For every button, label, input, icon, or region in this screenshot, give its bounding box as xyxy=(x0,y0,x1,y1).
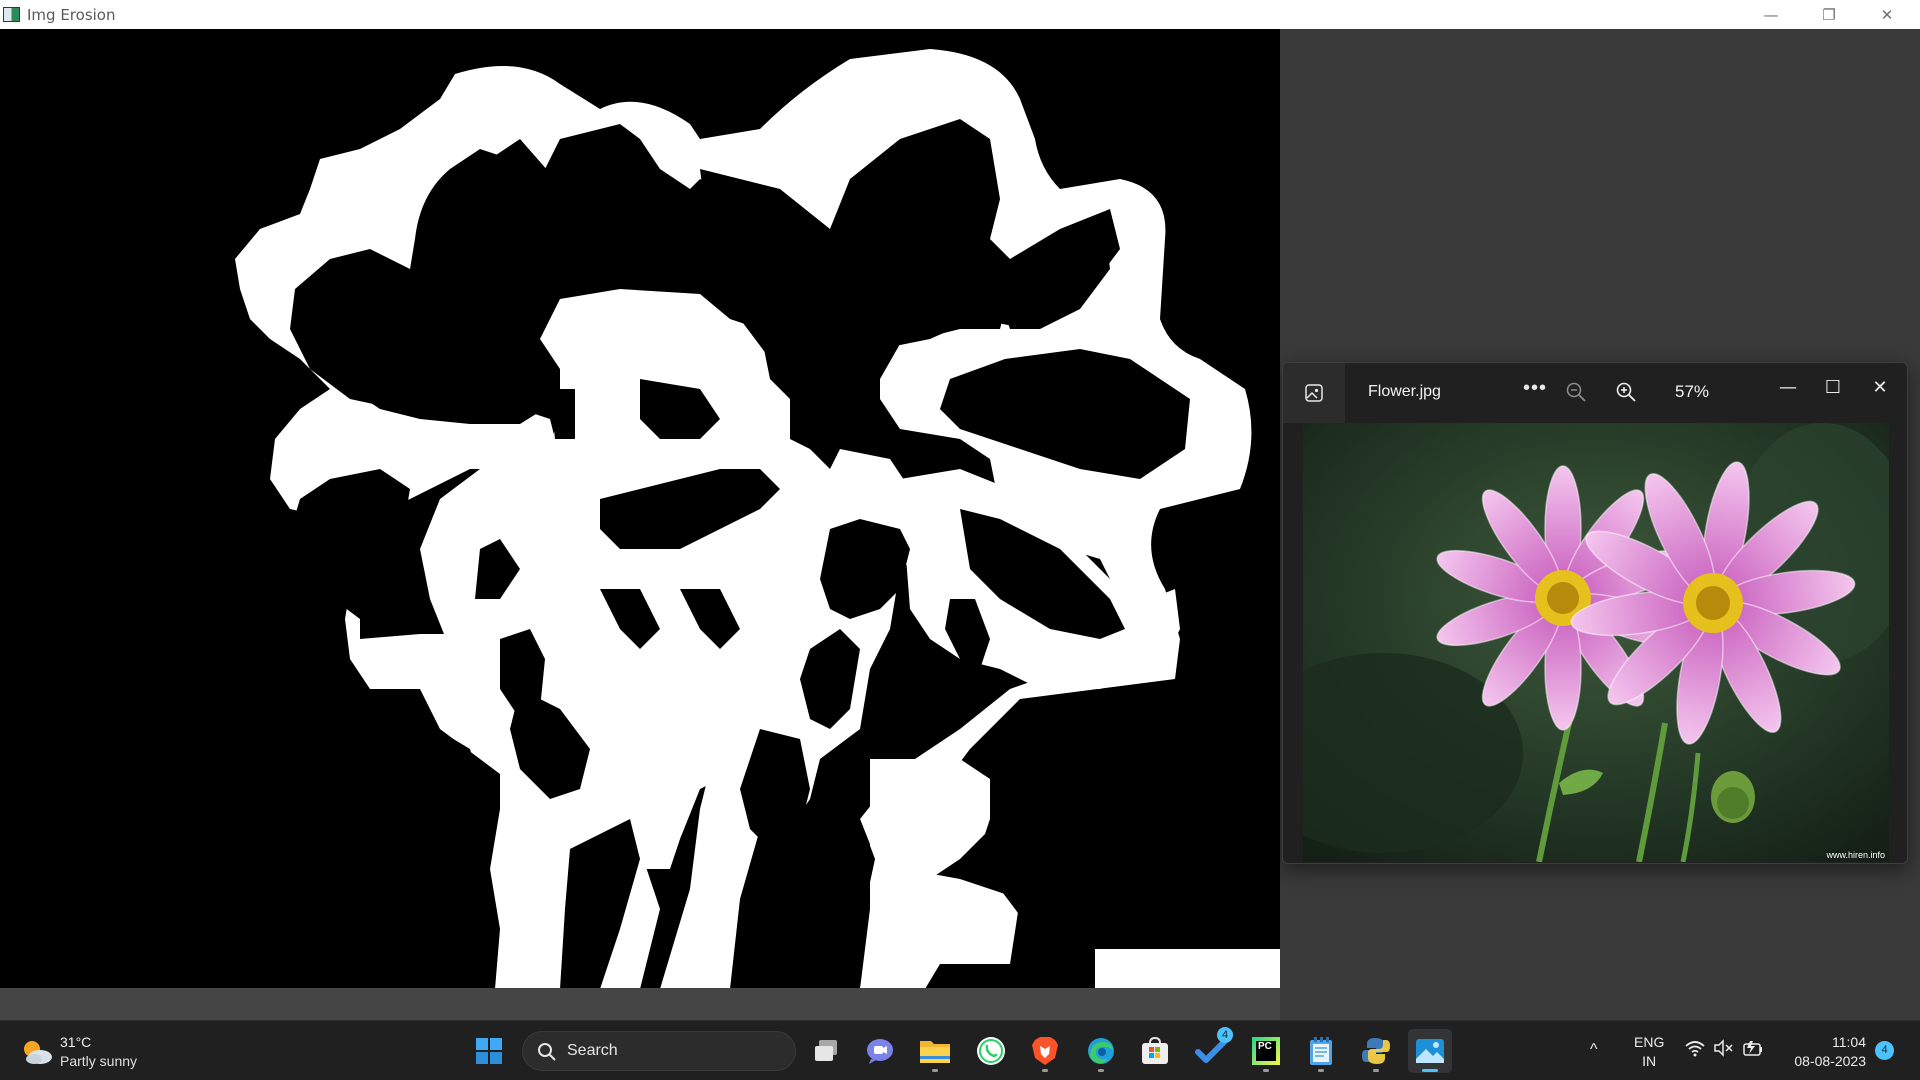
photo-filename: Flower.jpg xyxy=(1368,383,1441,400)
gallery-icon xyxy=(1305,384,1323,402)
more-icon: ••• xyxy=(1522,377,1547,399)
taskbar: 31°C Partly sunny Search 4 PC ^ ENG IN 1… xyxy=(0,1020,1920,1080)
running-indicator xyxy=(1318,1069,1324,1072)
task-view-button[interactable] xyxy=(805,1029,849,1073)
battery-charging-icon xyxy=(1743,1041,1762,1056)
start-button[interactable] xyxy=(467,1029,511,1073)
running-indicator xyxy=(1263,1069,1269,1072)
python-icon xyxy=(1362,1038,1390,1064)
file-explorer-button[interactable] xyxy=(913,1029,957,1073)
notepad-icon xyxy=(1310,1037,1332,1065)
photos-maximize-button[interactable]: ☐ xyxy=(1810,369,1856,405)
restore-icon: ❐ xyxy=(1822,5,1836,24)
task-view-icon xyxy=(815,1040,837,1061)
clock-time: 11:04 xyxy=(1832,1034,1866,1050)
notification-center-badge[interactable]: 4 xyxy=(1875,1041,1894,1060)
zoom-in-icon xyxy=(1616,382,1636,402)
close-icon: ✕ xyxy=(1880,5,1894,24)
running-indicator xyxy=(1042,1069,1048,1072)
language-code: ENG xyxy=(1634,1034,1665,1050)
system-tray[interactable] xyxy=(1685,1039,1763,1057)
zoom-out-icon xyxy=(1566,382,1586,402)
minimize-button[interactable]: — xyxy=(1742,0,1800,29)
running-indicator xyxy=(1373,1069,1379,1072)
weather-widget[interactable]: 31°C Partly sunny xyxy=(20,1033,137,1071)
pycharm-icon: PC xyxy=(1252,1037,1280,1065)
weather-description: Partly sunny xyxy=(60,1053,138,1069)
close-icon: ✕ xyxy=(1872,376,1888,398)
whatsapp-button[interactable] xyxy=(969,1029,1013,1073)
folder-icon xyxy=(920,1041,950,1063)
running-indicator xyxy=(932,1069,938,1072)
pycharm-button[interactable]: PC xyxy=(1244,1029,1288,1073)
zoom-in-button[interactable] xyxy=(1615,381,1637,408)
window-title: Img Erosion xyxy=(27,6,116,24)
search-label: Search xyxy=(567,1042,618,1059)
clock[interactable]: 11:04 08-08-2023 xyxy=(1786,1033,1866,1071)
taskbar-search[interactable]: Search xyxy=(522,1031,796,1071)
clock-date: 08-08-2023 xyxy=(1794,1053,1866,1069)
python-button[interactable] xyxy=(1354,1029,1398,1073)
active-indicator xyxy=(1422,1069,1438,1072)
language-indicator[interactable]: ENG IN xyxy=(1634,1033,1664,1071)
todo-button[interactable]: 4 xyxy=(1189,1027,1233,1073)
flower-illustration xyxy=(1303,423,1889,862)
maximize-icon: ☐ xyxy=(1824,376,1842,398)
mute-speaker-icon xyxy=(1714,1039,1733,1057)
eroded-image-canvas xyxy=(0,29,1280,988)
close-button[interactable]: ✕ xyxy=(1858,0,1916,29)
photos-close-button[interactable]: ✕ xyxy=(1857,369,1903,405)
edge-button[interactable] xyxy=(1079,1029,1123,1073)
brave-button[interactable] xyxy=(1023,1029,1067,1073)
running-indicator xyxy=(1098,1069,1104,1072)
photos-viewer-window[interactable]: Flower.jpg ••• 57% — ☐ ✕ www.hiren.info xyxy=(1282,362,1908,864)
partly-sunny-icon xyxy=(24,1041,52,1064)
zoom-level[interactable]: 57% xyxy=(1675,382,1709,402)
app-icon xyxy=(3,7,20,22)
notepad-button[interactable] xyxy=(1299,1029,1343,1073)
photos-button[interactable] xyxy=(1408,1029,1452,1073)
restore-button[interactable]: ❐ xyxy=(1800,0,1858,29)
eroded-flower-image xyxy=(0,29,1280,988)
more-button[interactable]: ••• xyxy=(1517,377,1553,407)
zoom-out-button[interactable] xyxy=(1565,381,1587,408)
todo-badge: 4 xyxy=(1217,1027,1233,1043)
gallery-button[interactable] xyxy=(1283,363,1345,423)
edge-icon xyxy=(1088,1038,1114,1064)
weather-temperature: 31°C xyxy=(60,1034,92,1050)
pycharm-label: PC xyxy=(1256,1041,1276,1061)
flower-photo: www.hiren.info xyxy=(1303,423,1889,862)
chat-button[interactable] xyxy=(858,1029,902,1073)
minimize-icon: — xyxy=(1779,376,1797,398)
erosion-window-titlebar[interactable]: Img Erosion — ❐ ✕ xyxy=(0,0,1920,29)
brave-icon xyxy=(1032,1037,1058,1065)
store-icon xyxy=(1142,1037,1168,1064)
photos-icon xyxy=(1416,1039,1444,1063)
wifi-icon xyxy=(1685,1041,1705,1057)
search-icon xyxy=(538,1043,556,1061)
photos-minimize-button[interactable]: — xyxy=(1765,369,1811,405)
photo-watermark: www.hiren.info xyxy=(1826,850,1885,860)
minimize-icon: — xyxy=(1763,5,1779,24)
erosion-window-bottom-bar xyxy=(0,988,1280,1020)
windows-logo-icon xyxy=(476,1038,502,1064)
microsoft-store-button[interactable] xyxy=(1133,1029,1177,1073)
show-hidden-icons-button[interactable]: ^ xyxy=(1590,1041,1598,1059)
whatsapp-icon xyxy=(977,1037,1005,1065)
chat-icon xyxy=(867,1039,893,1064)
region-code: IN xyxy=(1642,1053,1657,1069)
